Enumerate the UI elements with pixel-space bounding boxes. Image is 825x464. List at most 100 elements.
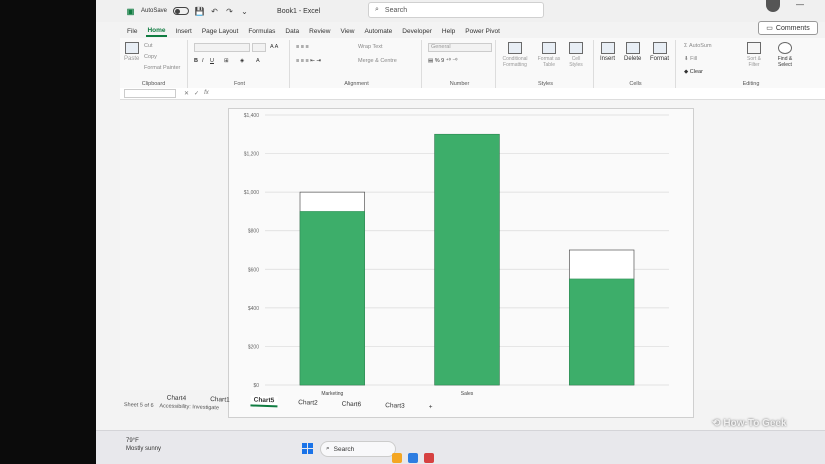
app-icon-3[interactable] <box>424 453 434 463</box>
cut-button[interactable]: Cut <box>144 43 153 49</box>
font-name-select[interactable] <box>194 43 250 52</box>
clipboard-group: Paste Cut Copy Format Painter Clipboard <box>120 40 188 88</box>
tab-automate[interactable]: Automate <box>363 27 393 36</box>
bold-button[interactable]: B <box>194 58 198 64</box>
underline-button[interactable]: U <box>210 58 214 64</box>
tab-insert[interactable]: Insert <box>175 27 193 36</box>
search-placeholder: Search <box>384 6 408 14</box>
undo-icon[interactable]: ↶ <box>210 7 219 16</box>
fill-button[interactable]: ⬇ Fill <box>684 56 697 62</box>
y-tick-label: $1,400 <box>244 113 260 119</box>
bar <box>299 211 365 386</box>
format-as-table-button[interactable]: Format as Table <box>536 42 562 68</box>
styles-group: Conditional Formatting Format as Table C… <box>498 40 594 88</box>
weather-widget[interactable]: 79°F Mostly sunny <box>126 437 161 453</box>
watermark-text: How-To Geek <box>723 418 787 429</box>
number-format-select[interactable]: General <box>428 43 492 52</box>
font-size-select[interactable] <box>252 43 266 52</box>
watermark: ⟲ How-To Geek <box>712 418 787 429</box>
wrap-text-button[interactable]: Wrap Text <box>358 44 383 50</box>
windows-start-icon[interactable] <box>302 443 313 454</box>
find-select-label: Find & Select <box>777 56 793 68</box>
user-avatar[interactable] <box>766 0 780 12</box>
tab-developer[interactable]: Developer <box>401 27 433 36</box>
font-size-buttons[interactable]: A A <box>270 44 278 50</box>
paste-button[interactable]: Paste <box>124 42 139 62</box>
sheet-tab-chart5[interactable]: Chart5 <box>250 394 278 407</box>
accessibility-status[interactable]: Accessibility: Investigate <box>159 403 219 411</box>
category-label: Sales <box>461 391 474 397</box>
tab-power-pivot[interactable]: Power Pivot <box>464 27 501 36</box>
italic-button[interactable]: I <box>202 58 204 64</box>
sheet-tab-chart3[interactable]: Chart3 <box>382 401 408 411</box>
name-box[interactable] <box>124 89 176 98</box>
paste-icon <box>124 42 139 54</box>
title-bar: ▣ AutoSave 💾 ↶ ↷ ⌄ Book1 - Excel ⌕ Searc… <box>96 0 825 22</box>
y-tick-label: $1,200 <box>244 152 260 158</box>
tab-formulas[interactable]: Formulas <box>247 27 276 36</box>
save-icon[interactable]: 💾 <box>195 7 205 16</box>
copy-button[interactable]: Copy <box>144 54 157 60</box>
windows-taskbar: 79°F Mostly sunny ⌕ Search <box>96 430 825 464</box>
merge-centre-button[interactable]: Merge & Centre <box>358 58 397 64</box>
sort-filter-button[interactable]: Sort & Filter <box>742 42 766 68</box>
clear-button[interactable]: ◆ Clear <box>684 69 703 75</box>
tab-view[interactable]: View <box>339 27 355 36</box>
font-group: A A B I U ⊞ ◈ A Font <box>190 40 290 88</box>
y-tick-label: $400 <box>248 306 259 312</box>
fill-color-button[interactable]: ◈ <box>240 58 244 64</box>
borders-button[interactable]: ⊞ <box>224 58 229 64</box>
insert-cells-button[interactable]: Insert <box>600 42 615 62</box>
enter-icon[interactable]: ✓ <box>194 90 199 97</box>
tab-home[interactable]: Home <box>146 26 167 37</box>
comments-button[interactable]: ▭ Comments <box>758 21 818 35</box>
tab-help[interactable]: Help <box>441 27 456 36</box>
fx-button[interactable]: fx <box>204 90 209 97</box>
sheet-tab-chart4[interactable]: Chart4 <box>164 393 190 403</box>
format-painter-button[interactable]: Format Painter <box>144 65 180 71</box>
taskbar-search[interactable]: ⌕ Search <box>320 441 396 457</box>
app-icon-2[interactable] <box>408 453 418 463</box>
styles-label: Styles <box>538 81 553 87</box>
tab-page-layout[interactable]: Page Layout <box>201 27 240 36</box>
excel-logo-icon: ▣ <box>126 6 135 16</box>
weather-desc: Mostly sunny <box>126 446 162 452</box>
autosum-label: AutoSum <box>688 43 712 49</box>
font-label: Font <box>233 81 245 87</box>
format-cells-button[interactable]: Format <box>650 42 669 62</box>
redo-icon[interactable]: ↷ <box>225 7 234 16</box>
conditional-formatting-icon <box>508 42 522 54</box>
conditional-formatting-button[interactable]: Conditional Formatting <box>500 42 530 68</box>
customize-toolbar-icon[interactable]: ⌄ <box>240 7 249 16</box>
cancel-icon[interactable]: ✕ <box>184 90 189 97</box>
font-color-button[interactable]: A <box>256 58 260 64</box>
autosave-toggle[interactable] <box>173 7 190 15</box>
y-tick-label: $1,000 <box>244 190 260 196</box>
tab-review[interactable]: Review <box>308 27 331 36</box>
align-top-buttons[interactable]: ≡ ≡ ≡ <box>296 44 309 50</box>
add-sheet-button[interactable]: + <box>426 402 436 411</box>
delete-cells-label: Delete <box>624 56 642 62</box>
minimize-button[interactable]: — <box>796 0 804 9</box>
sheet-tab-chart1[interactable]: Chart1 <box>207 394 233 404</box>
y-tick-label: $0 <box>253 383 259 389</box>
delete-cells-button[interactable]: Delete <box>624 42 641 62</box>
chart-area[interactable]: $0 $200 $400 $600 $800 $1,000 $1,200 $1,400 Mark… <box>228 108 694 418</box>
insert-cells-label: Insert <box>600 56 616 62</box>
find-select-button[interactable]: Find & Select <box>772 42 798 68</box>
y-tick-label: $200 <box>248 344 259 350</box>
bar <box>434 134 500 386</box>
align-horizontal-buttons[interactable]: ≡ ≡ ≡ ⇤ ⇥ <box>296 58 321 64</box>
cell-styles-label: Cell Styles <box>569 56 583 68</box>
tab-file[interactable]: File <box>126 27 138 36</box>
tab-data[interactable]: Data <box>284 27 300 36</box>
sheet-tab-chart2[interactable]: Chart2 <box>295 397 321 407</box>
app-icon-1[interactable] <box>392 453 402 463</box>
search-input[interactable]: ⌕ Search <box>368 2 544 18</box>
number-format-buttons[interactable]: ▤ % 9 ⁺⁰ ⁻⁰ <box>428 58 457 64</box>
sort-filter-label: Sort & Filter <box>747 56 761 68</box>
cell-styles-button[interactable]: Cell Styles <box>566 42 586 68</box>
comment-icon: ▭ <box>766 25 773 32</box>
autosum-button[interactable]: Σ AutoSum <box>684 43 712 49</box>
sheet-tab-chart6[interactable]: Chart6 <box>339 399 365 409</box>
